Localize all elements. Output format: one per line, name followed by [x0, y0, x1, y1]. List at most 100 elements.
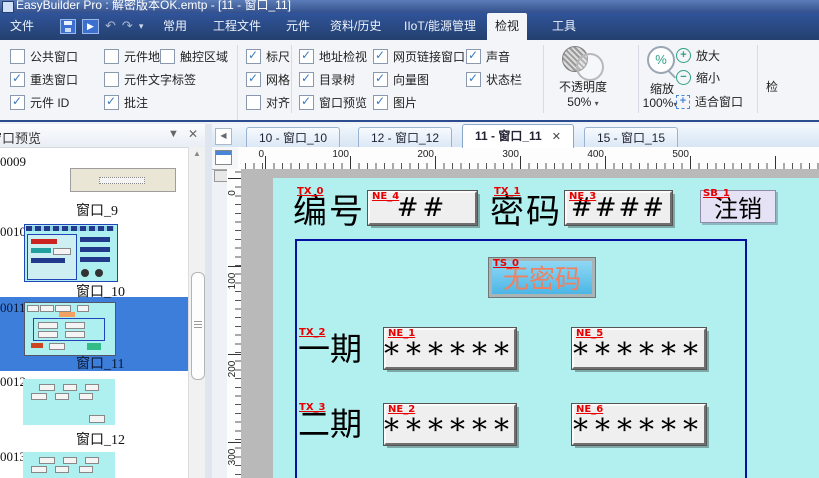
scrollbar-thumb[interactable] [191, 272, 205, 380]
checkbox-box[interactable] [466, 49, 481, 64]
checkbox-label: 元件文字标签 [124, 71, 196, 88]
design-canvas-window-11[interactable]: 编号 TX_0 ## NE_4 密码 TX_1 #### NE_3 [273, 178, 819, 478]
zoom-percent-glyph: % [647, 46, 675, 74]
checkbox-directory-tree[interactable]: 目录树 [299, 71, 355, 88]
tab-window-12[interactable]: 12 - 窗口_12 [358, 127, 452, 148]
checkbox-box[interactable] [160, 49, 175, 64]
panel-header: 窗口预览 ▼ ✕ [0, 124, 205, 148]
redo-icon[interactable]: ↷ [122, 19, 133, 33]
qat-dropdown-icon[interactable]: ▾ [139, 21, 144, 32]
menu-tool[interactable]: 工具 [544, 13, 584, 40]
checkbox-box[interactable] [246, 72, 261, 87]
checkbox-object-text-label[interactable]: 元件文字标签 [104, 71, 196, 88]
checkbox-box[interactable] [10, 72, 25, 87]
window-thumbnail[interactable] [24, 224, 118, 282]
tab-scroll-left-button[interactable]: ◀ [215, 128, 232, 145]
checkbox-box[interactable] [246, 95, 261, 110]
logout-button[interactable]: 注销 SB_1 [700, 190, 776, 223]
window-properties-icon[interactable] [215, 150, 232, 165]
thumbnail-detail [79, 466, 93, 473]
menu-view[interactable]: 检视 [487, 13, 527, 40]
grid-toggle-icon[interactable] [214, 170, 228, 182]
zoom-out-icon: − [676, 70, 691, 85]
checkbox-box[interactable] [466, 72, 481, 87]
menu-project[interactable]: 工程文件 [205, 13, 269, 40]
checkbox-box[interactable] [373, 95, 388, 110]
ruler-major-tick [775, 156, 776, 169]
checkbox-vector-graphics[interactable]: 向量图 [373, 71, 429, 88]
checkbox-box[interactable] [299, 95, 314, 110]
thumbnail-detail [31, 258, 65, 263]
menu-data-history[interactable]: 资料/历史 [322, 13, 389, 40]
zoom-out-button[interactable]: − 缩小 [676, 69, 720, 86]
object-tag: NE_5 [576, 328, 603, 339]
checkbox-sound[interactable]: 声音 [466, 48, 510, 65]
tab-window-10[interactable]: 10 - 窗口_10 [246, 127, 340, 148]
panel-close-icon[interactable]: ✕ [188, 127, 198, 141]
tab-window-15[interactable]: 15 - 窗口_15 [584, 127, 678, 148]
tab-label: 11 - 窗口_11 [475, 129, 542, 143]
undo-icon[interactable]: ↶ [105, 19, 116, 33]
ruler-corner [212, 147, 238, 170]
checkbox-picture[interactable]: 图片 [373, 94, 417, 111]
scroll-up-icon[interactable]: ▲ [189, 149, 205, 158]
panel-scrollbar[interactable]: ▲ [188, 147, 205, 478]
opacity-icon[interactable] [560, 46, 606, 78]
ruler-number: 300 [493, 149, 519, 160]
checkbox-label: 重迭窗口 [30, 71, 78, 88]
numeric-input-ne4[interactable]: ## NE_4 [368, 191, 477, 225]
checkbox-touch-area[interactable]: 触控区域 [160, 48, 228, 65]
password-input-ne6[interactable]: ****** NE_6 [572, 404, 706, 445]
thumbnail-detail [99, 177, 145, 184]
panel-splitter[interactable] [205, 124, 212, 478]
checkbox-box[interactable] [373, 49, 388, 64]
checkbox-box[interactable] [246, 49, 261, 64]
window-thumbnail[interactable] [70, 168, 176, 192]
checkbox-public-window[interactable]: 公共窗口 [10, 48, 78, 65]
export-icon[interactable]: ▶ [82, 19, 99, 34]
fit-window-button[interactable]: + 适合窗口 [676, 93, 743, 110]
checkbox-box[interactable] [104, 72, 119, 87]
checkbox-window-preview[interactable]: 窗口预览 [299, 94, 367, 111]
thumbnail-detail [55, 393, 69, 400]
panel-dropdown-icon[interactable]: ▼ [168, 128, 179, 140]
checkbox-box[interactable] [373, 72, 388, 87]
window-thumbnail[interactable] [24, 302, 116, 356]
zoom-in-button[interactable]: + 放大 [676, 47, 720, 64]
checkbox-box[interactable] [10, 49, 25, 64]
checkbox-status-bar[interactable]: 状态栏 [466, 71, 522, 88]
checkbox-box[interactable] [299, 72, 314, 87]
checkbox-address-view[interactable]: 地址检视 [299, 48, 367, 65]
menu-iiot-energy[interactable]: IIoT/能源管理 [396, 13, 484, 40]
tab-window-11[interactable]: 11 - 窗口_11 ✕ [462, 124, 574, 148]
window-thumbnail[interactable] [23, 379, 115, 425]
menu-home[interactable]: 常用 [155, 13, 195, 40]
checkbox-comment[interactable]: 批注 [104, 94, 148, 111]
checkbox-grid[interactable]: 网格 [246, 71, 290, 88]
menu-file[interactable]: 文件 [2, 13, 42, 40]
checkbox-overlapped-window[interactable]: 重迭窗口 [10, 71, 78, 88]
object-tag: NE_3 [569, 191, 596, 202]
zoom-icon[interactable]: % [645, 46, 679, 80]
numeric-input-ne3[interactable]: #### NE_3 [565, 191, 672, 225]
checkbox-weblink-window[interactable]: 网页链接窗口 [373, 48, 465, 65]
checkbox-object-id[interactable]: 元件 ID [10, 94, 69, 111]
password-input-ne5[interactable]: ****** NE_5 [572, 328, 706, 369]
tab-close-icon[interactable]: ✕ [552, 131, 561, 143]
save-icon[interactable] [60, 19, 76, 34]
ruler-major-tick [350, 156, 351, 169]
checkbox-label: 元件 ID [30, 94, 69, 111]
opacity-value[interactable]: 50% ▾ [550, 95, 616, 109]
checkbox-box[interactable] [10, 95, 25, 110]
checkbox-box[interactable] [104, 49, 119, 64]
checkbox-box[interactable] [299, 49, 314, 64]
checkbox-box[interactable] [104, 95, 119, 110]
checkbox-ruler[interactable]: 标尺 [246, 48, 290, 65]
menu-object[interactable]: 元件 [278, 13, 318, 40]
no-password-button[interactable]: 无密码 TS_0 [489, 258, 595, 297]
checkbox-snap[interactable]: 对齐 [246, 94, 290, 111]
password-input-ne2[interactable]: ****** NE_2 [384, 404, 516, 445]
password-input-ne1[interactable]: ****** NE_1 [384, 328, 516, 369]
panel-title: 窗口预览 [0, 128, 41, 147]
window-thumbnail[interactable] [23, 452, 115, 478]
